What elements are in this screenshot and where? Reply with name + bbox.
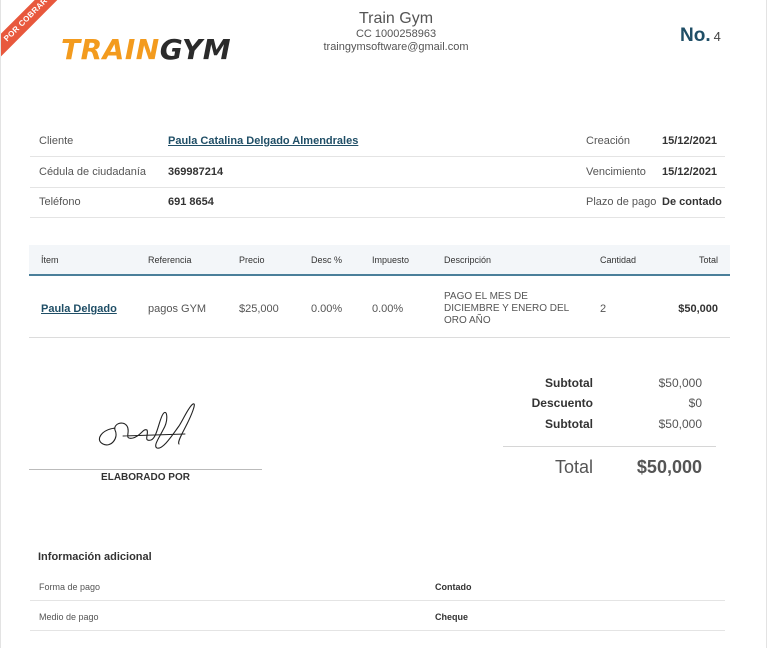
status-ribbon-text: POR COBRAR bbox=[1, 0, 61, 60]
row-description-line: DICIEMBRE Y ENERO DEL bbox=[444, 303, 570, 314]
row-item-link[interactable]: Paula Delgado bbox=[41, 303, 117, 315]
table-row: Paula Delgado pagos GYM $25,000 0.00% 0.… bbox=[29, 277, 730, 338]
totals-divider bbox=[503, 446, 716, 447]
payment-form-label: Forma de pago bbox=[39, 582, 101, 592]
subtotal-label: Subtotal bbox=[545, 376, 593, 390]
company-logo: TRAINGYM bbox=[61, 34, 231, 66]
due-label: Vencimiento bbox=[586, 166, 646, 178]
discount-label: Descuento bbox=[531, 396, 593, 410]
row-quantity: 2 bbox=[600, 303, 607, 315]
signature-image bbox=[98, 403, 195, 449]
company-name: Train Gym bbox=[358, 10, 434, 27]
creation-date: 15/12/2021 bbox=[662, 135, 718, 147]
row-discount: 0.00% bbox=[311, 303, 343, 315]
grand-total-row: Total $50,000 bbox=[501, 457, 716, 481]
phone-label: Teléfono bbox=[39, 196, 81, 208]
col-tax: Impuesto bbox=[372, 255, 410, 265]
subtotal-value-2: $50,000 bbox=[658, 417, 702, 431]
invoice-page: POR COBRAR TRAINGYM Train Gym CC 1000258… bbox=[0, 0, 767, 648]
due-date: 15/12/2021 bbox=[662, 166, 718, 178]
payment-method-row: Medio de pago Cheque bbox=[30, 601, 725, 631]
subtotal-row: Subtotal $50,000 bbox=[501, 376, 716, 392]
col-reference: Referencia bbox=[148, 255, 192, 265]
signature-label: ELABORADO POR bbox=[101, 472, 190, 483]
payment-term-value: De contado bbox=[662, 196, 722, 208]
client-label: Cliente bbox=[39, 135, 74, 147]
subtotal-row-2: Subtotal $50,000 bbox=[501, 417, 716, 433]
discount-value: $0 bbox=[688, 396, 702, 410]
col-description: Descripción bbox=[444, 255, 492, 265]
grand-total-value: $50,000 bbox=[636, 457, 702, 477]
payment-form-value: Contado bbox=[435, 582, 472, 592]
logo-part-train: TRAIN bbox=[61, 33, 160, 66]
row-total: $50,000 bbox=[678, 303, 718, 315]
col-total: Total bbox=[698, 255, 718, 265]
payment-method-label: Medio de pago bbox=[39, 612, 99, 622]
id-label: Cédula de ciudadanía bbox=[39, 166, 147, 178]
invoice-number: No. 4 bbox=[680, 25, 721, 47]
signature-line bbox=[29, 469, 262, 470]
company-id: CC 1000258963 bbox=[355, 28, 437, 40]
client-row-phone: Teléfono 691 8654 Plazo de pago De conta… bbox=[30, 188, 725, 218]
logo-part-gym: GYM bbox=[159, 33, 232, 66]
client-row-id: Cédula de ciudadanía 369987214 Vencimien… bbox=[30, 158, 725, 188]
company-email: traingymsoftware@gmail.com bbox=[323, 41, 469, 53]
phone-value: 691 8654 bbox=[168, 196, 214, 208]
row-reference: pagos GYM bbox=[148, 303, 207, 315]
col-price: Precio bbox=[239, 255, 265, 265]
creation-label: Creación bbox=[586, 135, 631, 147]
col-discount: Desc % bbox=[311, 255, 343, 265]
company-header: Train Gym CC 1000258963 traingymsoftware… bbox=[296, 10, 496, 54]
client-row-name: Cliente Paula Catalina Delgado Almendral… bbox=[30, 127, 725, 157]
col-quantity: Cantidad bbox=[600, 255, 637, 265]
invoice-number-label: No. bbox=[680, 25, 711, 46]
items-table-header: Ítem Referencia Precio Desc % Impuesto D… bbox=[29, 245, 730, 276]
row-description-line: PAGO EL MES DE bbox=[444, 291, 528, 302]
row-price: $25,000 bbox=[239, 303, 279, 315]
col-item: Ítem bbox=[41, 255, 59, 265]
payment-form-row: Forma de pago Contado bbox=[30, 571, 725, 601]
discount-row: Descuento $0 bbox=[501, 396, 716, 412]
row-description-line: ORO AÑO bbox=[444, 315, 491, 326]
additional-info-title: Información adicional bbox=[38, 551, 152, 563]
client-name-link[interactable]: Paula Catalina Delgado Almendrales bbox=[168, 135, 358, 147]
payment-term-label: Plazo de pago bbox=[586, 196, 657, 208]
status-ribbon: POR COBRAR bbox=[1, 0, 61, 60]
row-tax: 0.00% bbox=[372, 303, 404, 315]
subtotal-value: $50,000 bbox=[658, 376, 702, 390]
invoice-number-value: 4 bbox=[713, 29, 721, 44]
row-description: PAGO EL MES DE DICIEMBRE Y ENERO DEL ORO… bbox=[444, 291, 584, 327]
subtotal-label-2: Subtotal bbox=[545, 417, 593, 431]
id-value: 369987214 bbox=[168, 166, 224, 178]
payment-method-value: Cheque bbox=[435, 612, 469, 622]
grand-total-label: Total bbox=[554, 457, 593, 477]
